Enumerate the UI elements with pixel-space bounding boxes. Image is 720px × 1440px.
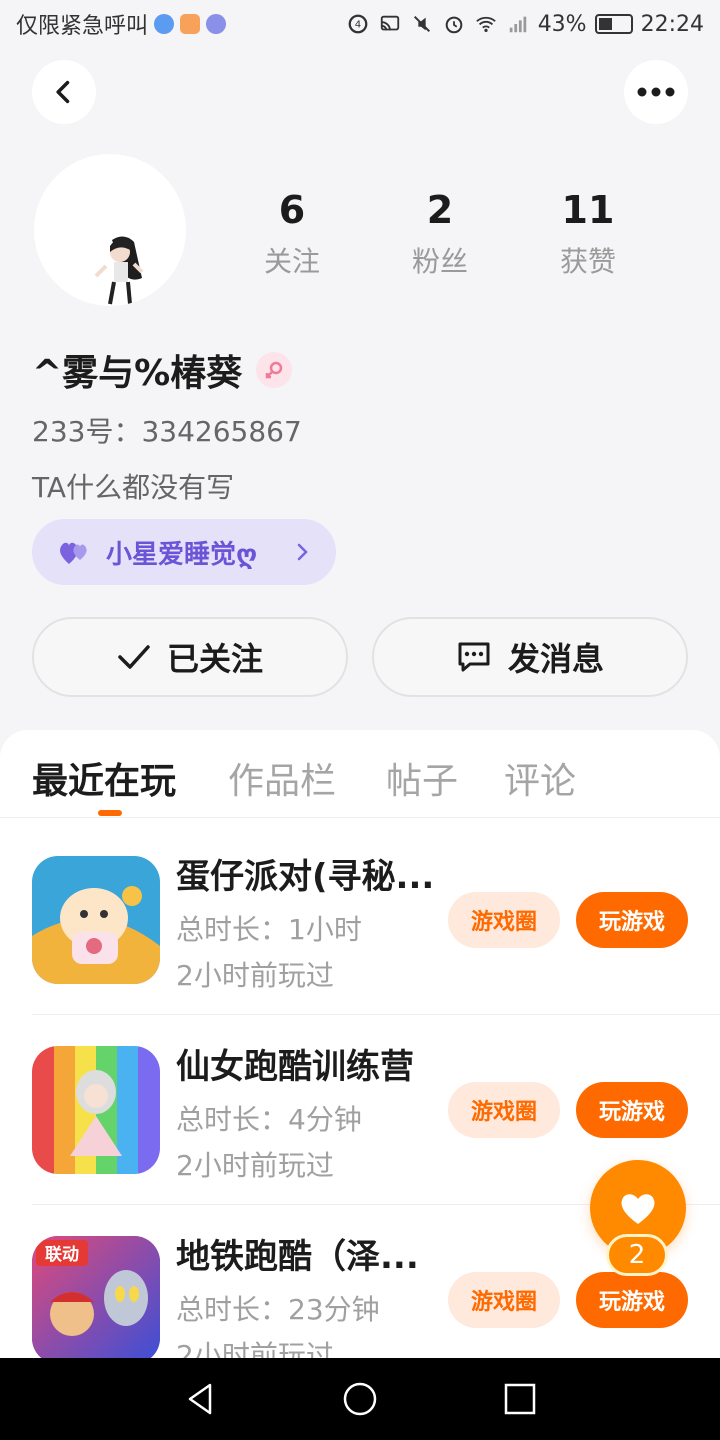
svg-text:4: 4	[354, 20, 360, 31]
user-id: 233号：334265867	[32, 415, 302, 448]
more-dots-icon	[637, 87, 675, 97]
nav-back-icon[interactable]	[180, 1379, 220, 1419]
cast-icon	[380, 15, 399, 31]
user-bio: TA什么都没有写	[32, 471, 235, 504]
following-stat[interactable]: 6 关注	[232, 186, 352, 280]
send-message-label: 发消息	[507, 640, 604, 678]
active-tab-indicator	[98, 810, 122, 816]
tab-works[interactable]: 作品栏	[228, 752, 336, 804]
fans-label: 粉丝	[411, 245, 468, 278]
game-title: 地铁跑酷（泽...	[176, 1237, 419, 1277]
data-saver-icon: 4	[348, 14, 368, 34]
female-gender-icon	[256, 352, 293, 388]
tab-comments[interactable]: 评论	[504, 752, 576, 804]
likes-stat[interactable]: 11 获赞	[528, 186, 648, 280]
nav-recents-icon[interactable]	[500, 1379, 540, 1419]
nav-home-icon[interactable]	[340, 1379, 380, 1419]
carrier-text: 仅限紧急呼叫	[16, 14, 149, 39]
game-list-item[interactable]: 联动 地铁跑酷（泽... 总时长：23分钟 2小时前玩过 游戏圈 玩游戏	[32, 1236, 688, 1360]
chat-bubble-icon	[458, 642, 490, 672]
chevron-right-icon	[297, 543, 308, 561]
game-duration: 总时长：1小时	[176, 913, 362, 946]
game-duration: 总时长：4分钟	[176, 1103, 362, 1136]
send-message-button[interactable]: 发消息	[372, 617, 688, 697]
profile-tabs: 最近在玩 作品栏 帖子 评论	[0, 730, 720, 818]
game-icon-fairy-parkour[interactable]	[32, 1046, 160, 1174]
fans-count: 2	[426, 188, 454, 232]
game-title: 仙女跑酷训练营	[176, 1047, 414, 1087]
followed-label: 已关注	[166, 640, 263, 678]
tab-posts[interactable]: 帖子	[386, 752, 458, 804]
video-app-icon	[180, 14, 201, 34]
signal-icon	[509, 16, 526, 33]
list-divider	[32, 1014, 720, 1015]
likes-label: 获赞	[559, 245, 616, 278]
wifi-icon	[475, 16, 496, 33]
likes-count: 11	[561, 188, 615, 232]
tab-recently-played[interactable]: 最近在玩	[32, 752, 176, 804]
game-last-played: 2小时前玩过	[176, 1149, 334, 1182]
more-options-button[interactable]	[624, 60, 688, 124]
followed-button[interactable]: 已关注	[32, 617, 348, 697]
game-last-played: 2小时前玩过	[176, 1339, 334, 1360]
game-title: 蛋仔派对(寻秘...	[176, 857, 435, 897]
chevron-left-icon	[56, 80, 70, 104]
avatar-character-image	[94, 236, 144, 305]
collab-badge-text: 联动	[45, 1245, 79, 1265]
checkmark-icon	[118, 645, 150, 669]
music-icon	[206, 14, 227, 34]
status-bar: 仅限紧急呼叫 4 43% 22:24	[0, 0, 720, 48]
fans-stat[interactable]: 2 粉丝	[380, 186, 500, 280]
play-game-button[interactable]: 玩游戏	[576, 892, 688, 948]
following-count: 6	[278, 188, 306, 232]
system-nav-bar	[0, 1358, 720, 1440]
play-game-button[interactable]: 玩游戏	[576, 1082, 688, 1138]
game-circle-button[interactable]: 游戏圈	[448, 1082, 560, 1138]
battery-percent: 43%	[537, 11, 587, 37]
play-game-button[interactable]: 玩游戏	[576, 1272, 688, 1328]
nickname-row: ^雾与%椿葵	[32, 344, 293, 396]
back-button[interactable]	[32, 60, 96, 124]
alarm-icon	[445, 16, 463, 34]
game-icon-subway-surfers[interactable]: 联动	[32, 1236, 160, 1360]
like-count-badge: 2	[606, 1234, 668, 1276]
game-last-played: 2小时前玩过	[176, 959, 334, 992]
game-circle-button[interactable]: 游戏圈	[448, 1272, 560, 1328]
game-icon-eggy-party[interactable]	[32, 856, 160, 984]
friend-tag-pill[interactable]: 小星爱睡觉ღ	[32, 519, 336, 585]
avatar[interactable]	[34, 154, 186, 306]
game-list-item[interactable]: 蛋仔派对(寻秘... 总时长：1小时 2小时前玩过 游戏圈 玩游戏	[32, 856, 688, 1046]
clock: 22:24	[640, 11, 704, 37]
game-circle-button[interactable]: 游戏圈	[448, 892, 560, 948]
mute-icon	[413, 15, 430, 33]
battery-icon	[594, 14, 633, 34]
following-label: 关注	[263, 245, 320, 278]
double-heart-icon	[60, 542, 87, 564]
friend-tag-text: 小星爱睡觉ღ	[106, 539, 258, 570]
nickname: ^雾与%椿葵	[32, 353, 243, 394]
heart-icon	[621, 1194, 655, 1224]
game-duration: 总时长：23分钟	[176, 1293, 380, 1326]
browser-icon	[154, 14, 175, 34]
